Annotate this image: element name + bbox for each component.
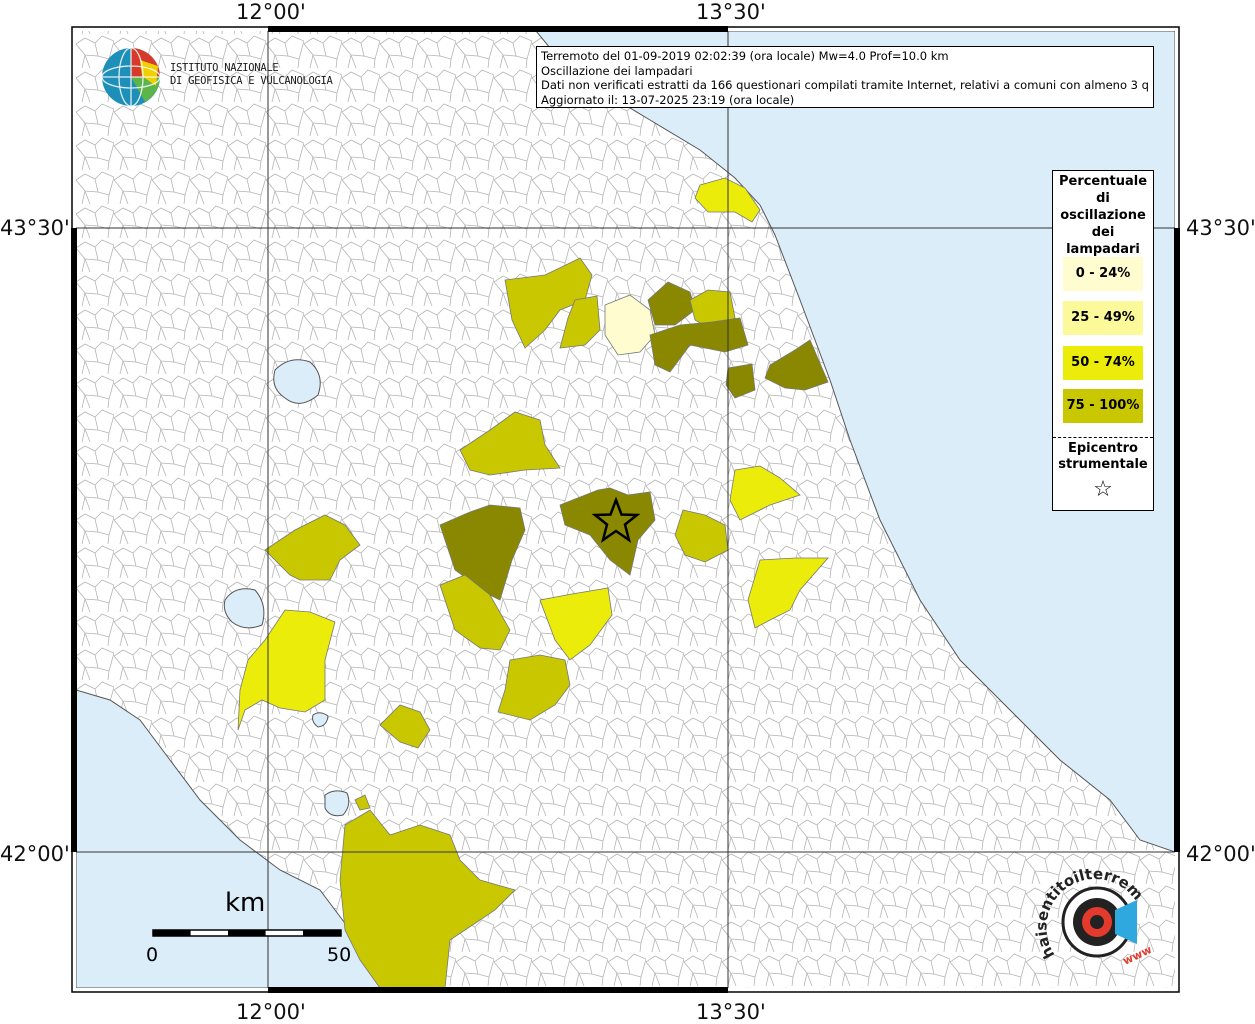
- legend-epicenter-line: Epicentro: [1068, 441, 1138, 456]
- tick-right-4330: 43°30': [1186, 216, 1255, 240]
- event-line: Terremoto del 01-09-2019 02:02:39 (ora l…: [541, 49, 949, 63]
- scale-bar: [152, 929, 342, 937]
- tick-right-42: 42°00': [1186, 842, 1255, 866]
- legend-class-50-74: 50 - 74%: [1063, 346, 1143, 380]
- logo-line-2: DI GEOFISICA E VULCANOLOGIA: [170, 75, 333, 87]
- tick-left-42: 42°00': [0, 842, 70, 866]
- legend-epicenter-line: strumentale: [1058, 457, 1148, 472]
- legend-title-line: di: [1096, 191, 1110, 206]
- tick-top-12: 12°00': [236, 0, 306, 24]
- event-info-box: Terremoto del 01-09-2019 02:02:39 (ora l…: [536, 46, 1154, 108]
- legend: Percentuale di oscillazione dei lampadar…: [1052, 170, 1154, 511]
- map-subject: Oscillazione dei lampadari: [541, 63, 693, 78]
- legend-separator: [1053, 437, 1153, 438]
- legend-title-line: dei: [1091, 225, 1115, 240]
- tick-bottom-1330: 13°30': [696, 1000, 766, 1024]
- scale-min: 0: [146, 944, 159, 966]
- legend-epicenter-label: Epicentro strumentale: [1053, 441, 1153, 473]
- logo-line-1: ISTITUTO NAZIONALE: [170, 62, 279, 74]
- tick-left-4330: 43°30': [0, 216, 70, 240]
- legend-class-75-100: 75 - 100%: [1063, 389, 1143, 423]
- updated-line: Aggiornato il: 13-07-2025 23:19 (ora loc…: [541, 92, 795, 107]
- ingv-logo-text: ISTITUTO NAZIONALE DI GEOFISICA E VULCAN…: [170, 62, 333, 88]
- data-note: Dati non verificati estratti da 166 ques…: [541, 78, 1149, 92]
- tick-bottom-12: 12°00': [236, 1000, 306, 1024]
- legend-title: Percentuale di oscillazione dei lampadar…: [1053, 173, 1153, 258]
- ingv-logo-icon: [101, 47, 161, 107]
- scale-unit: km: [225, 888, 266, 918]
- legend-star-icon: ☆: [1093, 477, 1113, 502]
- tick-top-1330: 13°30': [696, 0, 766, 24]
- legend-title-line: oscillazione: [1060, 208, 1146, 223]
- legend-title-line: Percentuale: [1058, 174, 1148, 189]
- legend-class-25-49: 25 - 49%: [1063, 301, 1143, 335]
- haisentito-badge-icon: haisentitoilterremoto.it www: [1035, 860, 1154, 968]
- lake-bracciano: [324, 790, 350, 817]
- legend-title-line: lampadari: [1066, 242, 1140, 257]
- scale-max: 50: [327, 944, 352, 966]
- legend-class-0-24: 0 - 24%: [1063, 257, 1143, 291]
- badge-sub: www: [1121, 943, 1154, 968]
